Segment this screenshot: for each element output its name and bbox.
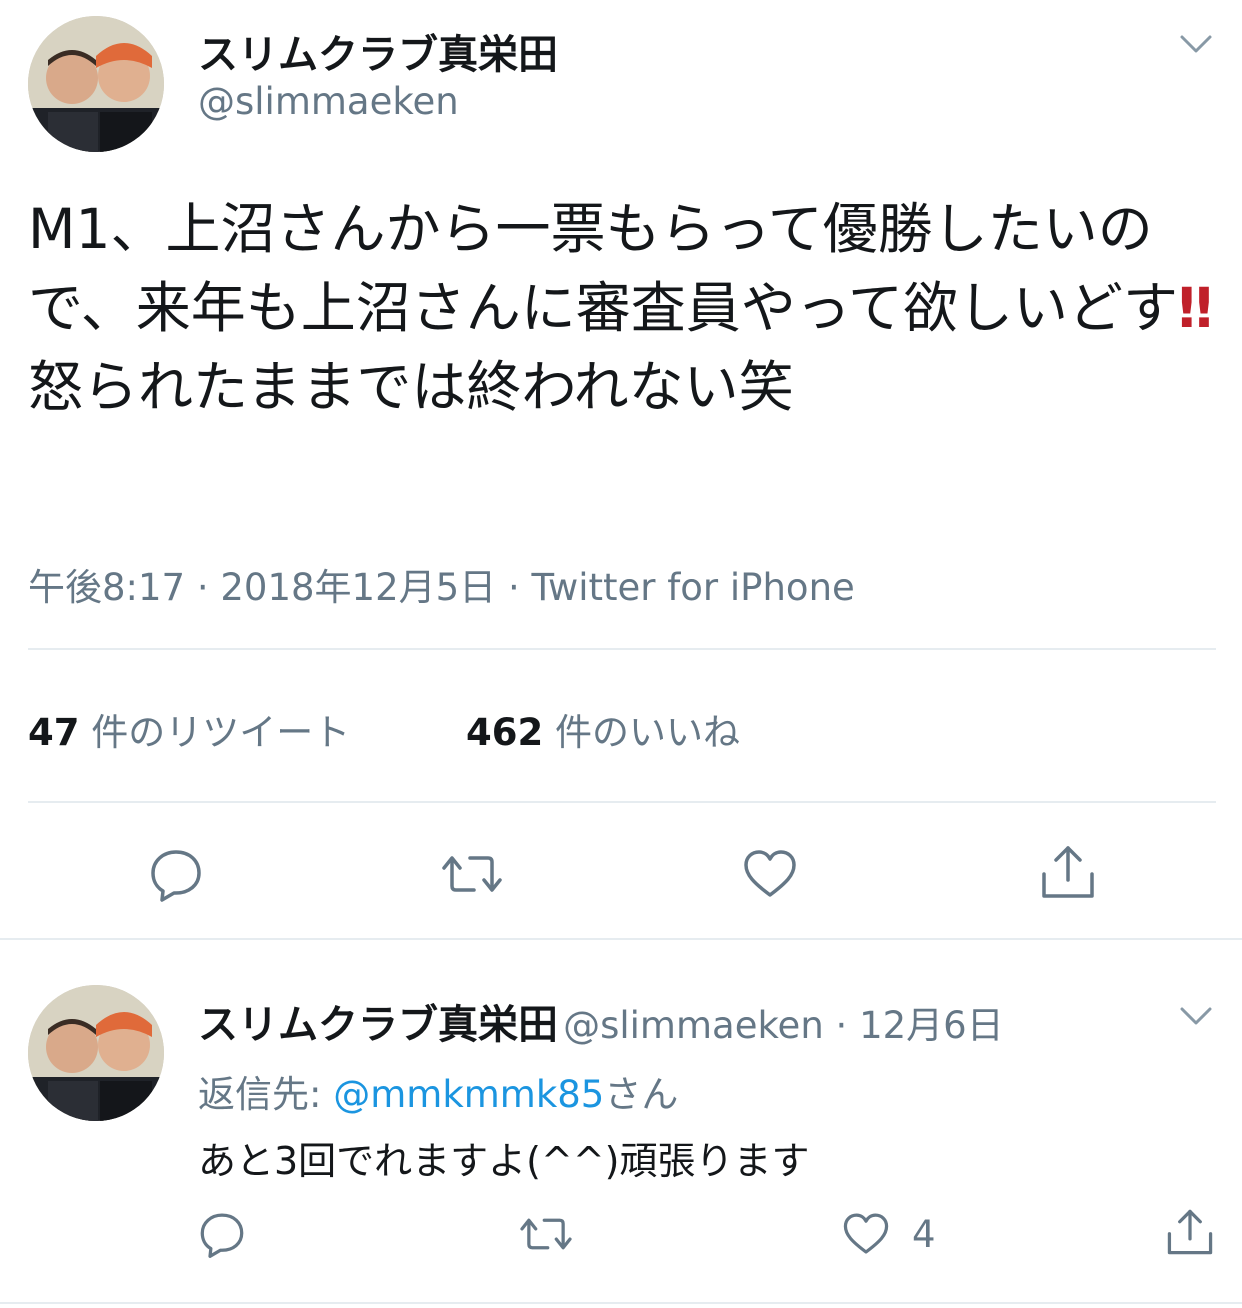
tweet-time: 午後8:17 xyxy=(28,566,186,609)
double-exclamation-emoji: ‼ xyxy=(1178,276,1213,340)
author-handle[interactable]: @slimmaeken xyxy=(198,80,459,123)
reply-to-label: 返信先: xyxy=(198,1073,334,1116)
divider xyxy=(28,801,1216,803)
reply-icon[interactable] xyxy=(148,846,204,902)
author-name[interactable]: スリムクラブ真栄田 xyxy=(198,22,558,80)
reply-text: あと3回でれますよ(^^)頑張ります xyxy=(198,1139,810,1183)
reply-avatar[interactable] xyxy=(28,985,164,1121)
chevron-down-icon[interactable] xyxy=(1176,24,1216,64)
reply-share-icon[interactable] xyxy=(1166,1206,1214,1258)
like-label: 件のいいね xyxy=(543,711,740,754)
retweet-stat[interactable]: 47 件のリツイート xyxy=(28,702,350,756)
share-icon[interactable] xyxy=(1040,842,1096,902)
bottom-divider xyxy=(0,1302,1242,1304)
like-stat[interactable]: 462 件のいいね xyxy=(466,702,740,756)
reply-like-action[interactable]: 4 xyxy=(842,1210,936,1258)
tweet-meta: 午後8:17 · 2018年12月5日 · Twitter for iPhone xyxy=(28,557,855,611)
like-count: 462 xyxy=(466,711,544,754)
reply-to-line: 返信先: @mmkmmk85さん xyxy=(198,1064,678,1118)
tweet-date: 2018年12月5日 xyxy=(220,566,497,609)
reply-to-suffix: さん xyxy=(604,1073,679,1116)
reply-chevron-down-icon[interactable] xyxy=(1176,996,1216,1036)
meta-separator: · xyxy=(496,566,532,609)
retweet-label: 件のリツイート xyxy=(79,711,351,754)
tweet-source[interactable]: Twitter for iPhone xyxy=(531,566,854,609)
divider xyxy=(28,648,1216,650)
reply-author-name[interactable]: スリムクラブ真栄田 xyxy=(198,1002,558,1048)
tweet-text-part1: M1、上沼さんから一票もらって優勝したいので、来年も上沼さんに審査員やって欲しい… xyxy=(28,197,1179,340)
like-icon[interactable] xyxy=(742,846,798,902)
section-divider xyxy=(0,938,1242,940)
reply-to-mention[interactable]: @mmkmmk85 xyxy=(333,1073,604,1116)
reply-like-count: 4 xyxy=(912,1212,936,1256)
tweet-text-part2: 怒られたままでは終われない笑 xyxy=(28,355,794,419)
tweet-text: M1、上沼さんから一票もらって優勝したいので、来年も上沼さんに審査員やって欲しい… xyxy=(28,190,1213,427)
avatar[interactable] xyxy=(28,16,164,152)
reply-reply-icon[interactable] xyxy=(198,1210,246,1258)
retweet-count: 47 xyxy=(28,711,80,754)
reply-author-handle[interactable]: @slimmaeken xyxy=(563,1004,824,1047)
retweet-icon[interactable] xyxy=(440,846,504,902)
reply-header: スリムクラブ真栄田 @slimmaeken · 12月6日 xyxy=(198,992,1004,1050)
reply-like-icon[interactable] xyxy=(842,1210,890,1258)
meta-separator: · xyxy=(185,566,221,609)
reply-date[interactable]: 12月6日 xyxy=(859,1004,1004,1047)
reply-meta-separator: · xyxy=(823,1004,860,1047)
reply-retweet-icon[interactable] xyxy=(518,1210,574,1258)
